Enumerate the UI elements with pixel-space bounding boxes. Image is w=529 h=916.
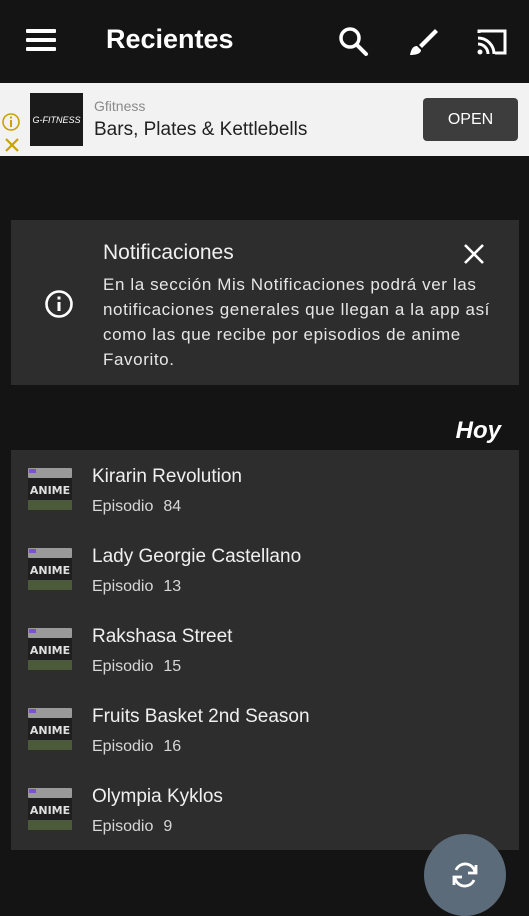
brush-icon[interactable]	[405, 24, 441, 60]
ad-info-icon[interactable]	[0, 111, 22, 133]
app-bar: Recientes	[0, 0, 529, 83]
notification-body: En la sección Mis Notificaciones podrá v…	[103, 275, 490, 369]
episode-number: Episodio 9	[92, 818, 173, 835]
cast-icon[interactable]	[474, 24, 510, 60]
anime-thumbnail: ANIME	[28, 788, 72, 830]
ad-banner[interactable]: G-FITNESS Gfitness Bars, Plates & Kettle…	[0, 83, 529, 156]
ad-brand: Gfitness	[94, 98, 146, 114]
refresh-button[interactable]	[424, 834, 506, 916]
svg-text:ANIME: ANIME	[30, 724, 70, 737]
close-icon[interactable]	[461, 241, 487, 267]
refresh-icon	[452, 862, 478, 888]
anime-thumbnail: ANIME	[28, 468, 72, 510]
episode-item[interactable]: ANIME Rakshasa Street Episodio 15	[11, 610, 519, 690]
episode-title: Rakshasa Street	[92, 626, 233, 647]
ad-headline[interactable]: Bars, Plates & Kettlebells	[94, 119, 307, 141]
section-label-today: Hoy	[455, 417, 501, 444]
page-title: Recientes	[106, 24, 234, 54]
ad-close-icon[interactable]	[2, 135, 22, 155]
episode-item[interactable]: ANIME Olympia Kyklos Episodio 9	[11, 770, 519, 850]
notification-title: Notificaciones	[103, 241, 234, 264]
menu-icon[interactable]	[26, 29, 58, 53]
episode-number: Episodio 13	[92, 578, 182, 595]
svg-text:ANIME: ANIME	[30, 564, 70, 577]
anime-thumbnail: ANIME	[28, 628, 72, 670]
episode-number: Episodio 15	[92, 658, 182, 675]
episode-number: Episodio 16	[92, 738, 182, 755]
anime-thumbnail: ANIME	[28, 548, 72, 590]
episode-item[interactable]: ANIME Lady Georgie Castellano Episodio 13	[11, 530, 519, 610]
episode-list: ANIME Kirarin Revolution Episodio 84 ANIM…	[11, 450, 519, 850]
svg-text:ANIME: ANIME	[30, 644, 70, 657]
info-icon	[45, 290, 73, 318]
episode-item[interactable]: ANIME Fruits Basket 2nd Season Episodio 1…	[11, 690, 519, 770]
episode-item[interactable]: ANIME Kirarin Revolution Episodio 84	[11, 450, 519, 530]
episode-title: Fruits Basket 2nd Season	[92, 706, 310, 727]
episode-title: Olympia Kyklos	[92, 786, 223, 807]
episode-number: Episodio 84	[92, 498, 182, 515]
episode-title: Kirarin Revolution	[92, 466, 242, 487]
episode-title: Lady Georgie Castellano	[92, 546, 302, 567]
svg-text:ANIME: ANIME	[30, 804, 70, 817]
ad-logo: G-FITNESS	[30, 93, 83, 146]
svg-text:ANIME: ANIME	[30, 484, 70, 497]
search-icon[interactable]	[336, 24, 372, 60]
anime-thumbnail: ANIME	[28, 708, 72, 750]
ad-open-button[interactable]: OPEN	[423, 98, 518, 141]
notification-card: Notificaciones En la sección Mis Notific…	[11, 220, 519, 385]
